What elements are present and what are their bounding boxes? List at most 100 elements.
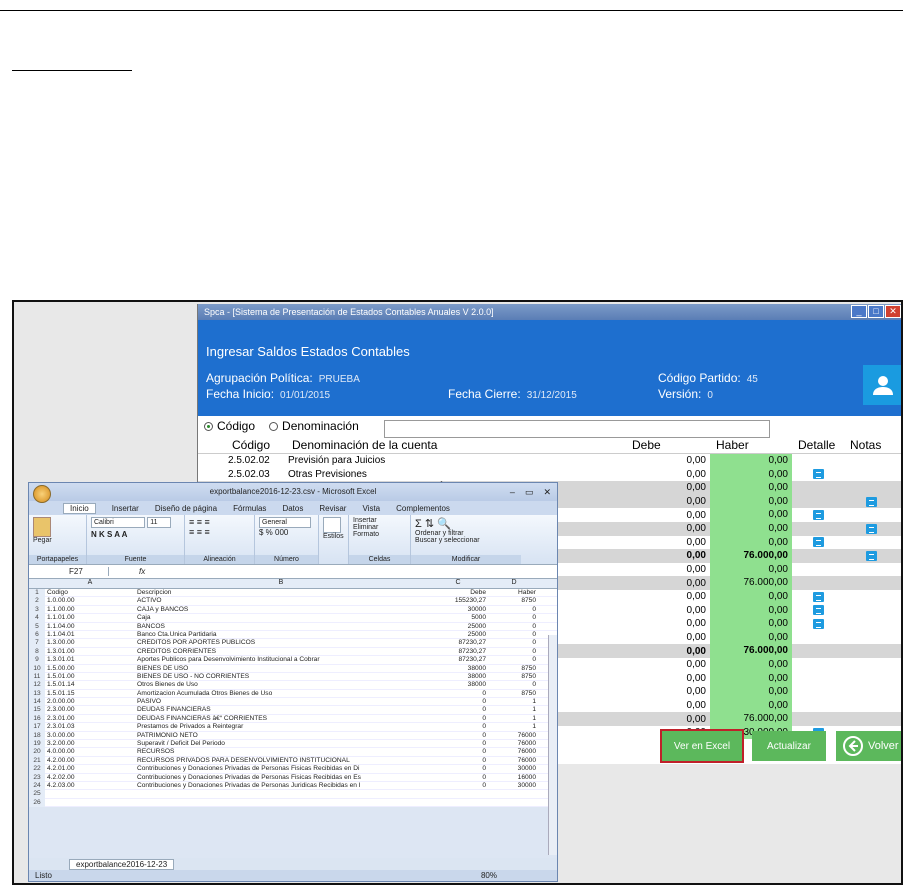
sheet-cell[interactable] [427, 790, 489, 798]
sheet-cell[interactable]: 1 [489, 715, 539, 723]
sheet-cell[interactable]: Amortizacion Acumulada Otros Bienes de U… [135, 690, 427, 698]
format-buttons[interactable]: N K S A A [91, 530, 180, 539]
notas-icon[interactable] [865, 550, 877, 561]
sheet-cell[interactable]: 0 [427, 732, 489, 740]
sheet-cell[interactable]: 25000 [427, 631, 489, 639]
sheet-cell[interactable]: BIENES DE USO [135, 665, 427, 673]
sheet-cell[interactable]: 0 [489, 614, 539, 622]
sheet-cell[interactable]: BANCOS [135, 623, 427, 631]
currency-icons[interactable]: $ % 000 [259, 528, 314, 537]
row-number[interactable]: 8 [29, 647, 45, 657]
sheet-cell[interactable]: 8750 [489, 597, 539, 605]
sheet-cell[interactable]: 0 [427, 774, 489, 782]
sheet-cell[interactable]: 1.5.01.14 [45, 681, 135, 689]
sheet-cell[interactable]: 1.1.04.00 [45, 623, 135, 631]
sheet-cell[interactable]: DEUDAS FINANCIERAS [135, 706, 427, 714]
sheet-cell[interactable]: 0 [489, 656, 539, 664]
sheet-cell[interactable]: 4.0.00.00 [45, 748, 135, 756]
row-number[interactable]: 4 [29, 614, 45, 623]
sheet-cell[interactable]: 87230,27 [427, 648, 489, 656]
notas-icon[interactable] [865, 523, 877, 534]
row-number[interactable]: 16 [29, 714, 45, 724]
sheet-cell[interactable] [489, 790, 539, 798]
sheet-cell[interactable] [45, 790, 135, 798]
sheet-cell[interactable] [45, 799, 135, 807]
column-header[interactable]: D [489, 579, 539, 588]
sheet-cell[interactable]: 1.1.00.00 [45, 606, 135, 614]
sheet-cell[interactable]: 1.3.01.01 [45, 656, 135, 664]
minimize-icon[interactable]: _ [851, 305, 867, 318]
col-notas[interactable]: Notas [844, 438, 898, 452]
row-number[interactable]: 24 [29, 781, 45, 791]
excel-minimize-icon[interactable]: – [510, 483, 515, 501]
radio-denominacion[interactable]: Denominación [269, 419, 359, 433]
row-number[interactable]: 23 [29, 773, 45, 782]
sheet-cell[interactable]: 30000 [427, 606, 489, 614]
row-number[interactable]: 7 [29, 639, 45, 648]
sheet-cell[interactable]: 0 [489, 639, 539, 647]
sheet-cell[interactable]: 87230,27 [427, 639, 489, 647]
indent-icons[interactable]: ≡ ≡ ≡ [189, 527, 250, 537]
column-header[interactable] [29, 579, 45, 588]
sheet-cell[interactable] [489, 799, 539, 807]
sheet-cell[interactable]: 8750 [489, 665, 539, 673]
sheet-cell[interactable]: 38000 [427, 673, 489, 681]
sheet-cell[interactable]: Debe [427, 589, 489, 597]
name-box[interactable]: F27 [29, 567, 109, 576]
detalle-icon[interactable] [812, 618, 824, 629]
sheet-cell[interactable]: Otros Bienes de Uso [135, 681, 427, 689]
sheet-cell[interactable]: 30000 [489, 765, 539, 773]
sheet-cell[interactable]: 1.5.01.15 [45, 690, 135, 698]
sheet-cell[interactable]: 0 [427, 715, 489, 723]
align-icons[interactable]: ≡ ≡ ≡ [189, 517, 250, 527]
row-number[interactable]: 9 [29, 656, 45, 665]
sheet-cell[interactable]: 8750 [489, 673, 539, 681]
sheet-cell[interactable]: 1.3.00.00 [45, 639, 135, 647]
row-number[interactable]: 6 [29, 630, 45, 640]
maximize-icon[interactable]: □ [868, 305, 884, 318]
table-row[interactable]: 2.5.02.03 Otras Previsiones 0,00 0,00 [198, 467, 901, 482]
actualizar-button[interactable]: Actualizar [752, 731, 826, 761]
sheet-cell[interactable]: Banco Cta.Unica Partidaria [135, 631, 427, 639]
radio-codigo-dot[interactable] [204, 422, 213, 432]
row-number[interactable]: 11 [29, 672, 45, 682]
sheet-cell[interactable]: 1 [489, 698, 539, 706]
sheet-cell[interactable]: 1 [489, 706, 539, 714]
excel-restore-icon[interactable]: ▭ [525, 483, 534, 501]
sheet-cell[interactable]: ACTIVO [135, 597, 427, 605]
ribbon-tab[interactable]: Insertar [112, 504, 139, 513]
sheet-cell[interactable]: DEUDAS FINANCIERAS â€“ CORRIENTES [135, 715, 427, 723]
sheet-cell[interactable]: 76000 [489, 732, 539, 740]
user-button[interactable] [863, 365, 901, 405]
col-codigo[interactable]: Código [226, 438, 286, 452]
font-select[interactable]: Calibri [91, 517, 145, 528]
sheet-cell[interactable]: Superavit / Deficit Del Periodo [135, 740, 427, 748]
sheet-cell[interactable] [135, 799, 427, 807]
row-number[interactable]: 1 [29, 589, 45, 598]
col-denominacion[interactable]: Denominación de la cuenta [286, 438, 626, 452]
row-number[interactable]: 14 [29, 698, 45, 707]
sheet-cell[interactable]: 0 [427, 757, 489, 765]
sheet-cell[interactable]: 8750 [489, 690, 539, 698]
sheet-cell[interactable]: 2.3.00.00 [45, 706, 135, 714]
sheet-cell[interactable]: 0 [489, 648, 539, 656]
sheet-cell[interactable]: 0 [427, 690, 489, 698]
row-number[interactable]: 15 [29, 706, 45, 715]
sheet-cell[interactable]: 0 [427, 782, 489, 790]
sheet-cell[interactable]: 25000 [427, 623, 489, 631]
sheet-cell[interactable]: PASIVO [135, 698, 427, 706]
sheet-cell[interactable]: 1 [489, 723, 539, 731]
sheet-cell[interactable]: Contribuciones y Donaciones Privadas de … [135, 765, 427, 773]
sheet-cell[interactable]: 4.2.03.00 [45, 782, 135, 790]
sheet-cell[interactable]: 4.2.00.00 [45, 757, 135, 765]
detalle-icon[interactable] [812, 605, 824, 616]
sheet-cell[interactable]: 16000 [489, 774, 539, 782]
row-number[interactable]: 18 [29, 731, 45, 741]
sheet-cell[interactable]: 1.3.01.00 [45, 648, 135, 656]
ordenar-button[interactable]: Ordenar y filtrar [415, 530, 517, 537]
notas-icon[interactable] [865, 496, 877, 507]
ribbon-tab[interactable]: Datos [282, 504, 303, 513]
sheet-cell[interactable]: Caja [135, 614, 427, 622]
sheet-cell[interactable]: RECURSOS [135, 748, 427, 756]
detalle-icon[interactable] [812, 469, 824, 480]
